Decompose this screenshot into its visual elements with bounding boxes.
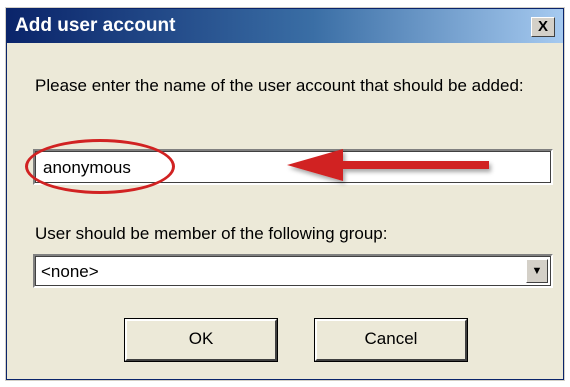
cancel-button[interactable]: Cancel: [314, 318, 468, 362]
group-dropdown[interactable]: <none> ▼: [33, 254, 553, 288]
ok-button[interactable]: OK: [124, 318, 278, 362]
group-dropdown-value: <none>: [41, 262, 99, 281]
title-bar: Add user account X: [7, 9, 563, 43]
dialog-title: Add user account: [15, 15, 176, 36]
close-button[interactable]: X: [531, 17, 555, 37]
add-user-dialog: Add user account X Please enter the name…: [6, 8, 564, 380]
dropdown-arrow-button[interactable]: ▼: [526, 259, 548, 283]
username-input[interactable]: anonymous: [33, 149, 553, 185]
chevron-down-icon: ▼: [531, 265, 543, 277]
username-prompt-label: Please enter the name of the user accoun…: [35, 76, 524, 95]
close-icon: X: [537, 18, 548, 35]
group-label: User should be member of the following g…: [35, 224, 388, 243]
